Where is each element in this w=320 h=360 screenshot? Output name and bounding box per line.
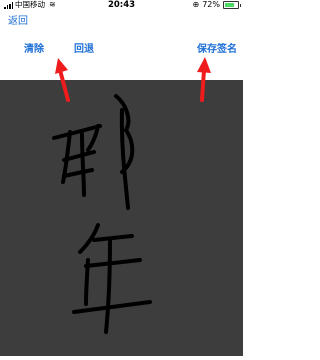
battery-percent: 72% <box>202 0 220 9</box>
ink-stroke <box>92 234 134 242</box>
clear-button[interactable]: 清除 <box>24 40 44 55</box>
ink-stroke <box>84 258 142 268</box>
ink-stroke <box>80 132 86 197</box>
battery-icon <box>223 1 241 9</box>
signature-toolbar: 清除 回退 保存签名 <box>0 38 243 58</box>
back-button[interactable]: 返回 <box>8 12 28 27</box>
undo-button[interactable]: 回退 <box>74 40 94 55</box>
ink-stroke <box>104 238 112 334</box>
rotation-lock-icon: ⊕ <box>192 0 200 9</box>
signature-drawing <box>52 94 152 334</box>
status-right: ⊕ 72% <box>192 0 241 10</box>
save-signature-button[interactable]: 保存签名 <box>197 40 237 55</box>
ink-stroke <box>62 168 94 178</box>
ink-stroke <box>84 258 90 306</box>
status-bar: 中国移动 ≋ 20:43 ⊕ 72% <box>0 0 243 10</box>
signature-canvas[interactable] <box>0 80 243 356</box>
battery-level <box>225 3 234 7</box>
